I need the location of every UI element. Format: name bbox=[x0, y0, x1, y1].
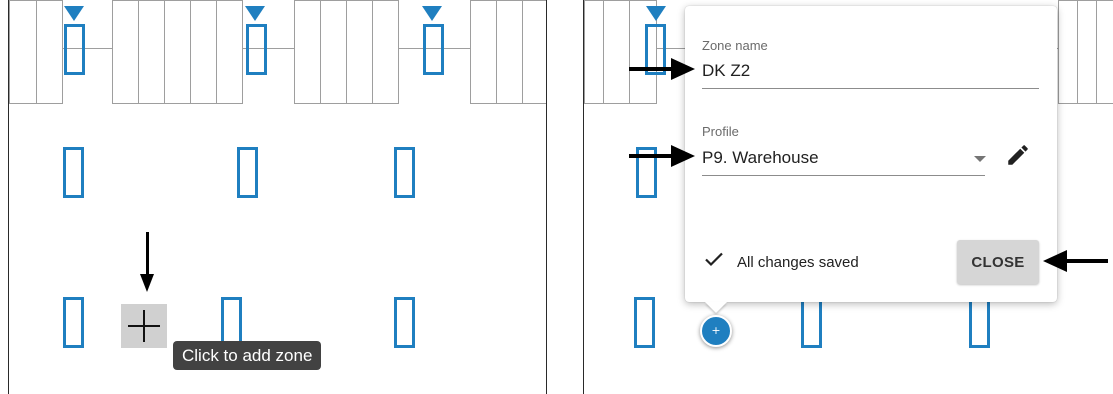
save-status-text: All changes saved bbox=[737, 254, 859, 271]
shelf-divider bbox=[9, 48, 546, 49]
annotation-arrow-zone-name-head bbox=[671, 58, 695, 80]
add-zone-button[interactable] bbox=[121, 304, 167, 348]
zone-marker bbox=[245, 6, 265, 21]
zone-marker bbox=[422, 6, 442, 21]
zone-name-input[interactable]: DK Z2 bbox=[702, 61, 750, 81]
annotation-arrow-close-head bbox=[1043, 250, 1067, 272]
zone-name-label: Zone name bbox=[702, 38, 768, 53]
check-icon bbox=[705, 252, 723, 267]
zone-rectangle[interactable] bbox=[64, 24, 85, 75]
zone-edit-dialog: Zone name DK Z2 Profile P9. Warehouse Al… bbox=[685, 6, 1057, 302]
zone-rectangle[interactable] bbox=[801, 297, 822, 348]
zone-rectangle[interactable] bbox=[246, 24, 267, 75]
shelf-cell bbox=[9, 0, 37, 104]
shelf-cell bbox=[36, 0, 63, 104]
zone-rectangle[interactable] bbox=[969, 297, 990, 348]
zone-rectangle[interactable] bbox=[63, 297, 84, 348]
zone-rectangle[interactable] bbox=[394, 147, 415, 198]
annotation-arrow-close bbox=[1065, 259, 1108, 263]
shelf-cell bbox=[190, 0, 217, 104]
close-button[interactable]: CLOSE bbox=[957, 240, 1039, 284]
zone-rectangle[interactable] bbox=[394, 297, 415, 348]
warehouse-canvas-left: Click to add zone bbox=[8, 0, 547, 394]
shelf-cell bbox=[138, 0, 165, 104]
shelf-cell bbox=[164, 0, 191, 104]
shelf-cell bbox=[346, 0, 373, 104]
zone-marker bbox=[646, 6, 666, 21]
add-zone-tooltip: Click to add zone bbox=[173, 341, 322, 370]
shelf-cell bbox=[112, 0, 139, 104]
zone-rectangle[interactable] bbox=[63, 147, 84, 198]
shelf-cell bbox=[584, 0, 604, 104]
zone-name-underline bbox=[702, 88, 1039, 89]
profile-underline bbox=[702, 175, 985, 176]
annotation-arrow-down-head bbox=[140, 274, 154, 292]
annotation-arrow-profile bbox=[629, 154, 675, 158]
shelf-cell bbox=[320, 0, 347, 104]
caret-down-icon[interactable] bbox=[974, 156, 986, 162]
shelf-cell bbox=[1096, 0, 1113, 104]
shelf-cell bbox=[470, 0, 497, 104]
annotation-arrow-profile-head bbox=[671, 145, 695, 167]
profile-label: Profile bbox=[702, 124, 739, 139]
shelf-cell bbox=[603, 0, 630, 104]
shelf-cell bbox=[496, 0, 523, 104]
zone-rectangle[interactable] bbox=[634, 297, 655, 348]
shelf-cell bbox=[1077, 0, 1097, 104]
add-zone-fab[interactable]: + bbox=[700, 315, 732, 347]
annotation-arrow-down bbox=[146, 232, 149, 278]
pencil-icon[interactable] bbox=[1005, 142, 1031, 168]
profile-select[interactable]: P9. Warehouse bbox=[702, 148, 819, 168]
shelf-cell bbox=[216, 0, 243, 104]
shelf-cell bbox=[522, 0, 546, 104]
shelf-cell bbox=[1058, 0, 1078, 104]
shelf-cell bbox=[372, 0, 399, 104]
zone-marker bbox=[64, 6, 84, 21]
zone-rectangle[interactable] bbox=[423, 24, 444, 75]
zone-rectangle[interactable] bbox=[237, 147, 258, 198]
shelf-cell bbox=[294, 0, 321, 104]
annotation-arrow-zone-name bbox=[629, 67, 675, 71]
